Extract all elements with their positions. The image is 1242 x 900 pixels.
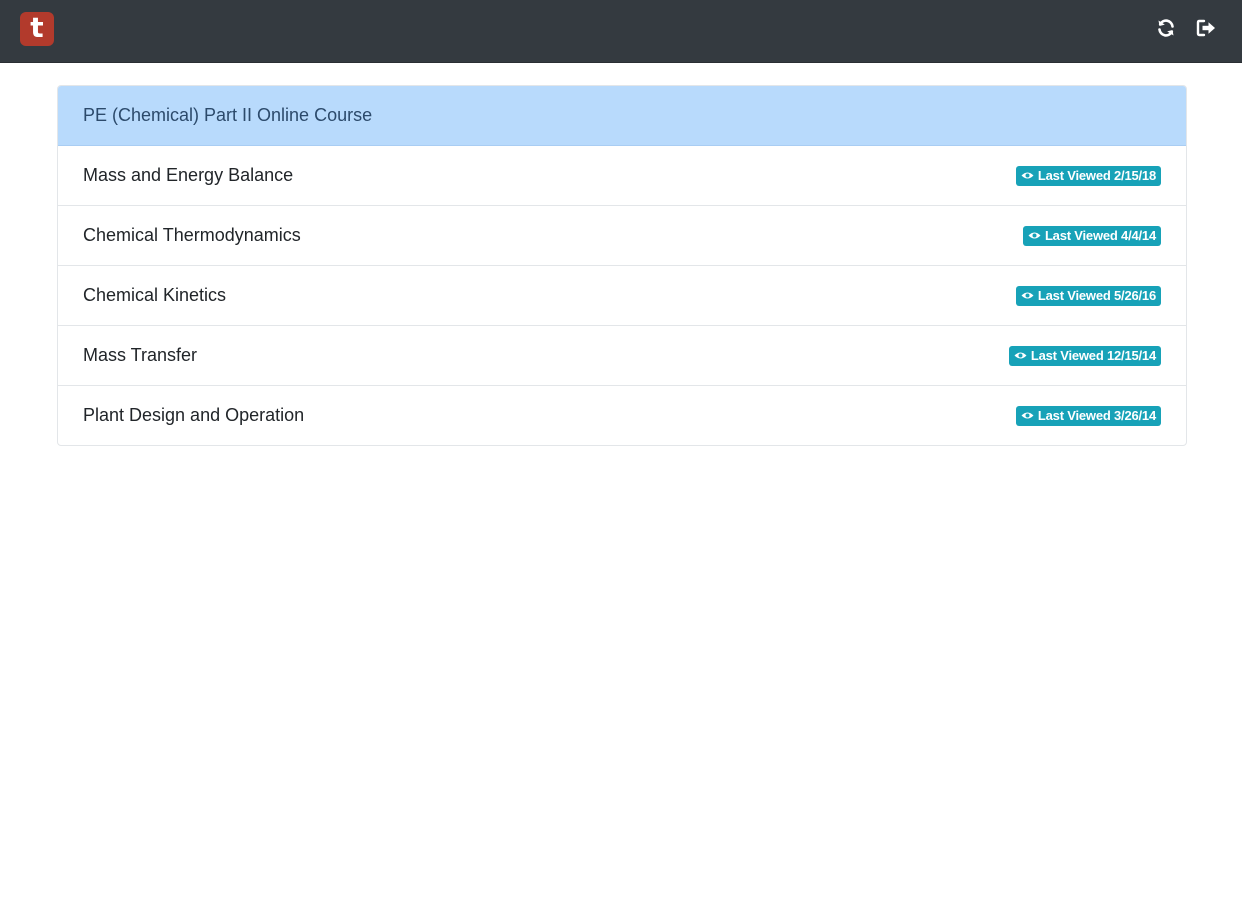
module-name: Chemical Thermodynamics: [83, 225, 301, 245]
top-navbar: t: [0, 0, 1242, 63]
refresh-icon: [1158, 19, 1174, 37]
course-title: PE (Chemical) Part II Online Course: [58, 86, 1186, 146]
module-name: Chemical Kinetics: [83, 285, 227, 305]
eye-icon: [1014, 351, 1027, 360]
logout-button[interactable]: [1196, 18, 1216, 38]
module-name: Mass and Energy Balance: [83, 165, 294, 185]
course-module-list: PE (Chemical) Part II Online Course Mass…: [57, 85, 1187, 446]
refresh-button[interactable]: [1156, 18, 1176, 38]
module-row[interactable]: Mass and Energy Balance Last Viewed 2/15…: [58, 146, 1186, 206]
module-name: Plant Design and Operation: [83, 405, 305, 425]
module-row[interactable]: Mass Transfer Last Viewed 12/15/14: [58, 326, 1186, 386]
module-row[interactable]: Chemical Thermodynamics Last Viewed 4/4/…: [58, 206, 1186, 266]
app-logo[interactable]: t: [20, 12, 54, 46]
module-row[interactable]: Plant Design and Operation Last Viewed 3…: [58, 386, 1186, 445]
last-viewed-text: Last Viewed 3/26/14: [1037, 408, 1156, 423]
module-row[interactable]: Chemical Kinetics Last Viewed 5/26/16: [58, 266, 1186, 326]
eye-icon: [1028, 231, 1041, 240]
last-viewed-text: Last Viewed 5/26/16: [1037, 288, 1156, 303]
last-viewed-badge: Last Viewed 3/26/14: [1015, 405, 1161, 426]
last-viewed-text: Last Viewed 12/15/14: [1030, 348, 1156, 363]
last-viewed-text: Last Viewed 4/4/14: [1044, 228, 1156, 243]
eye-icon: [1021, 411, 1034, 420]
logout-icon: [1196, 19, 1215, 37]
eye-icon: [1021, 171, 1034, 180]
eye-icon: [1021, 291, 1034, 300]
last-viewed-badge: Last Viewed 2/15/18: [1015, 165, 1161, 186]
last-viewed-text: Last Viewed 2/15/18: [1037, 168, 1156, 183]
module-name: Mass Transfer: [83, 345, 198, 365]
last-viewed-badge: Last Viewed 12/15/14: [1008, 345, 1161, 366]
last-viewed-badge: Last Viewed 4/4/14: [1022, 225, 1161, 246]
last-viewed-badge: Last Viewed 5/26/16: [1015, 285, 1161, 306]
